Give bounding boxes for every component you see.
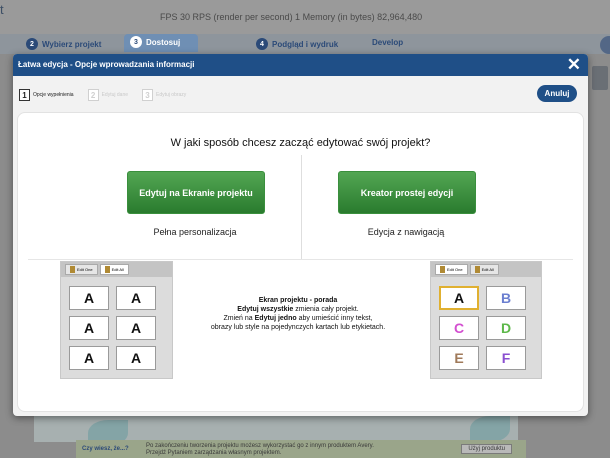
tip-edit-all: Edytuj wszystkie <box>237 306 294 313</box>
step-number: 2 <box>26 38 38 50</box>
tip-bar-question: Czy wiesz, że...? <box>82 446 129 452</box>
options-panel: W jaki sposób chcesz zacząć edytować swó… <box>17 112 584 412</box>
cancel-button[interactable]: Anuluj <box>537 85 577 102</box>
preview-cell: A <box>116 346 156 370</box>
question-heading: W jaki sposób chcesz zacząć edytować swó… <box>170 137 431 149</box>
use-product-button[interactable]: Użyj produktu <box>461 444 512 454</box>
performance-readout: FPS 30 RPS (render per second) 1 Memory … <box>160 12 423 22</box>
wizard-step-label: Edytuj obrazy <box>156 92 187 98</box>
preview-tab-edit-all: Edit All <box>99 264 129 275</box>
cards-icon <box>104 266 110 273</box>
wizard-step-edit-data: 2 Edytuj dane <box>87 89 129 101</box>
app-logo-fragment: t <box>0 2 4 17</box>
card-icon <box>440 266 445 273</box>
preview-edit-all: Edit One Edit All A A A A A A <box>60 261 173 379</box>
wizard-step-number: 2 <box>87 89 99 101</box>
leaf-decoration <box>470 416 510 442</box>
horizontal-divider <box>28 259 573 260</box>
tip-line2-pre: Zmień na <box>223 315 255 322</box>
preview-edit-one: Edit One Edit All A B C D E F <box>430 261 542 379</box>
preview-cell: A <box>69 316 109 340</box>
preview-cell: A <box>116 316 156 340</box>
full-personalization-label: Pełna personalizacja <box>153 227 237 237</box>
preview-tab-edit-all: Edit All <box>469 264 499 275</box>
tip-line2: aby umieścić inny tekst, <box>296 315 373 322</box>
wizard-step-label: Opcje wypełnienia <box>33 92 74 98</box>
step-number: 3 <box>130 36 142 48</box>
cards-icon <box>474 266 480 273</box>
side-tool-icon[interactable] <box>592 66 608 90</box>
preview-tabs: Edit One Edit All <box>61 262 172 277</box>
preview-tab-edit-one: Edit One <box>65 264 98 275</box>
edit-on-screen-button[interactable]: Edytuj na Ekranie projektu <box>127 171 265 214</box>
step-customize[interactable]: 3 Dostosuj <box>124 34 199 52</box>
preview-cell: A <box>69 286 109 310</box>
step-choose-project[interactable]: 2 Wybierz projekt <box>26 38 101 50</box>
dialog-title: Łatwa edycja - Opcje wprowadzania inform… <box>18 60 195 69</box>
tip-line3: obrazy lub style na pojedynczych kartach… <box>210 324 386 331</box>
step-number: 4 <box>256 38 268 50</box>
vertical-divider <box>301 155 302 259</box>
preview-cell: F <box>486 346 526 370</box>
step-label: Dostosuj <box>146 37 181 47</box>
preview-cell: C <box>439 316 479 340</box>
preview-cell-selected: A <box>439 286 479 310</box>
guided-editing-label: Edycja z nawigacją <box>367 227 445 237</box>
dialog-title-bar: Łatwa edycja - Opcje wprowadzania inform… <box>13 54 588 76</box>
preview-tabs: Edit One Edit All <box>431 262 541 277</box>
tip-edit-one: Edytuj jedno <box>254 315 297 322</box>
wizard-step-number: 1 <box>19 89 30 101</box>
tip-bar: Czy wiesz, że...? Po zakończeniu tworzen… <box>76 440 526 458</box>
design-screen-tip: Ekran projektu - porada Edytuj wszystkie… <box>178 296 418 332</box>
preview-cell: E <box>439 346 479 370</box>
wizard-step-label: Edytuj dane <box>101 92 129 98</box>
wizard-step-fill-options[interactable]: 1 Opcje wypełnienia <box>19 89 74 101</box>
wizard-step-edit-images: 3 Edytuj obrazy <box>142 89 186 101</box>
wizard-steps: 1 Opcje wypełnienia 2 Edytuj dane 3 Edyt… <box>19 88 186 102</box>
step-label: Wybierz projekt <box>42 39 102 49</box>
preview-grid: A A A A A A <box>69 286 156 370</box>
tip-line1: zmienia cały projekt. <box>293 306 359 313</box>
step-label: Develop <box>372 38 404 47</box>
step-label: Podgląd i wydruk <box>272 39 339 49</box>
tip-title: Ekran projektu - porada <box>258 297 338 304</box>
preview-cell: D <box>486 316 526 340</box>
preview-grid: A B C D E F <box>439 286 526 370</box>
preview-tab-edit-one: Edit One <box>435 264 468 275</box>
preview-cell: A <box>69 346 109 370</box>
simple-edit-wizard-button[interactable]: Kreator prostej edycji <box>338 171 476 214</box>
step-navigation: 2 Wybierz projekt 3 Dostosuj 4 Podgląd i… <box>0 34 610 54</box>
preview-cell: B <box>486 286 526 310</box>
card-icon <box>70 266 75 273</box>
tip-bar-text: Po zakończeniu tworzenia projektu możesz… <box>146 443 374 456</box>
close-icon[interactable]: ✕ <box>567 55 581 75</box>
wizard-step-number: 3 <box>142 89 154 101</box>
app-status-bar: t FPS 30 RPS (render per second) 1 Memor… <box>0 0 610 34</box>
step-preview-print[interactable]: 4 Podgląd i wydruk <box>256 38 338 50</box>
easy-edit-dialog: Łatwa edycja - Opcje wprowadzania inform… <box>13 54 588 416</box>
preview-cell: A <box>116 286 156 310</box>
step-develop[interactable]: Develop <box>372 38 403 47</box>
